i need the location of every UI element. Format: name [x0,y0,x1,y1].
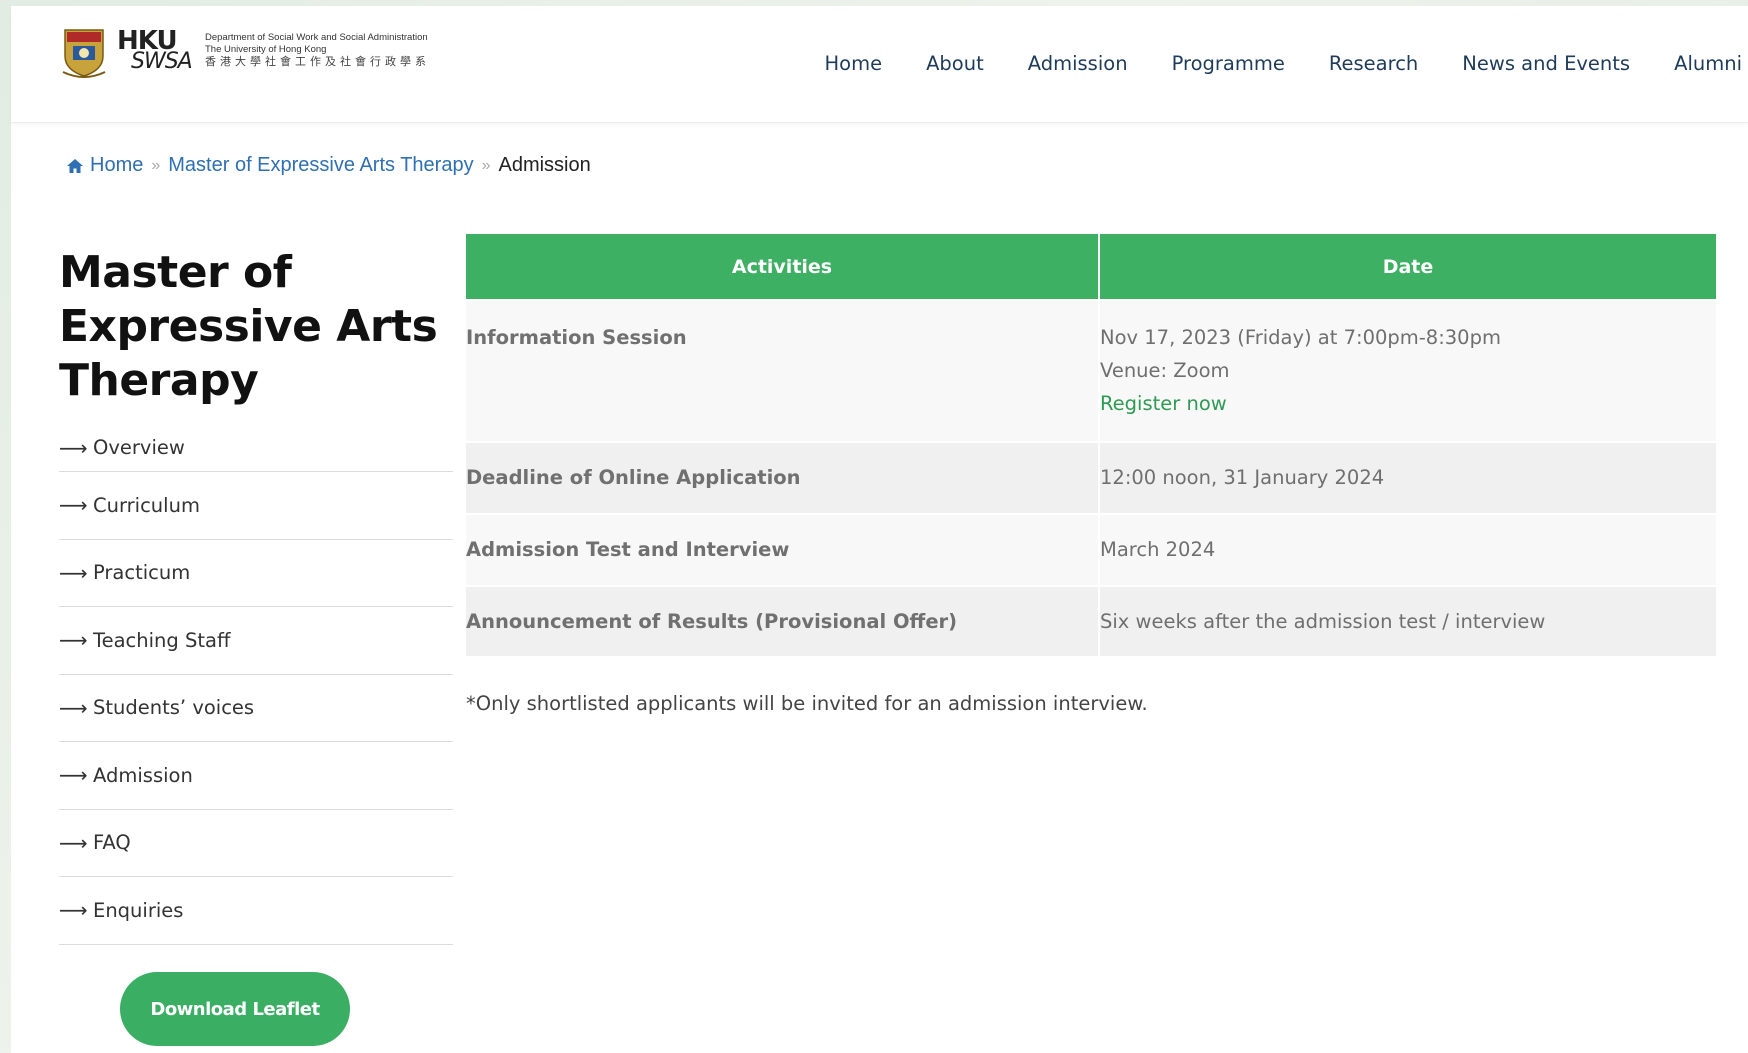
breadcrumb-home[interactable]: Home [90,154,143,177]
date-cell: March 2024 [1099,513,1716,586]
sidebar-item-teaching-staff[interactable]: ⟶ Teaching Staff [59,607,453,675]
breadcrumb-separator: » [151,156,161,174]
breadcrumb-programme[interactable]: Master of Expressive Arts Therapy [168,154,473,177]
interview-footnote: *Only shortlisted applicants will be inv… [466,692,1148,715]
breadcrumb-current: Admission [498,154,591,176]
nav-about[interactable]: About [926,52,984,75]
breadcrumb: Home » Master of Expressive Arts Therapy… [66,154,591,177]
table-header-row: Activities Date [466,234,1716,300]
arrow-right-icon: ⟶ [59,830,88,855]
sidebar-item-admission[interactable]: ⟶ Admission [59,742,453,810]
table-row: Announcement of Results (Provisional Off… [466,585,1716,656]
activity-cell: Admission Test and Interview [466,513,1100,586]
site-logo[interactable]: HKU SWSA Department of Social Work and S… [61,24,471,84]
nav-home[interactable]: Home [824,52,882,75]
sidebar-item-label: Practicum [93,561,191,585]
sidebar-item-curriculum[interactable]: ⟶ Curriculum [59,472,453,540]
sidebar-item-overview[interactable]: ⟶ Overview [59,416,453,472]
arrow-right-icon: ⟶ [59,898,88,923]
sidebar-item-practicum[interactable]: ⟶ Practicum [59,540,453,607]
arrow-right-icon: ⟶ [59,628,88,653]
column-header-activities: Activities [466,234,1100,300]
column-header-date: Date [1099,234,1716,300]
university-crest-icon [62,29,106,78]
download-leaflet-button[interactable]: Download Leaflet [120,972,350,1046]
sidebar-item-label: Curriculum [93,493,200,517]
sidebar-item-label: Enquiries [93,898,184,922]
nav-research[interactable]: Research [1329,52,1418,75]
arrow-right-icon: ⟶ [59,493,88,518]
date-cell: Nov 17, 2023 (Friday) at 7:00pm-8:30pm V… [1099,299,1716,442]
sidebar-item-label: FAQ [93,831,131,855]
sidebar-item-students-voices[interactable]: ⟶ Students’ voices [59,675,453,742]
activity-cell: Information Session [466,299,1100,442]
nav-alumni[interactable]: Alumni [1674,52,1742,75]
sidebar-item-enquiries[interactable]: ⟶ Enquiries [59,877,453,945]
sidebar-item-faq[interactable]: ⟶ FAQ [59,810,453,877]
university-line: The University of Hong Kong [205,44,327,55]
register-now-link[interactable]: Register now [1100,392,1227,415]
arrow-right-icon: ⟶ [59,436,88,460]
arrow-right-icon: ⟶ [59,763,88,788]
table-row: Information Session Nov 17, 2023 (Friday… [466,299,1716,442]
date-cell: Six weeks after the admission test / int… [1099,585,1716,656]
sidebar-item-label: Overview [93,436,185,459]
nav-news-and-events[interactable]: News and Events [1462,52,1630,75]
department-name: Department of Social Work and Social Adm… [205,32,475,68]
sidebar-item-label: Teaching Staff [93,628,231,652]
department-line-english: Department of Social Work and Social Adm… [205,32,428,43]
home-icon [67,158,83,173]
table-row: Admission Test and Interview March 2024 [466,513,1716,586]
table-row: Deadline of Online Application 12:00 noo… [466,441,1716,514]
arrow-right-icon: ⟶ [59,695,88,720]
activity-cell: Deadline of Online Application [466,441,1100,514]
sidebar-menu: ⟶ Overview ⟶ Curriculum ⟶ Practicum ⟶ Te… [59,416,453,945]
department-line-chinese: 香港大學社會工作及社會行政學系 [205,56,430,68]
sidebar-item-label: Admission [93,763,193,787]
date-text: Nov 17, 2023 (Friday) at 7:00pm-8:30pm [1100,326,1501,349]
admission-schedule-table: Activities Date Information Session Nov … [466,234,1716,656]
breadcrumb-separator: » [481,156,491,174]
arrow-right-icon: ⟶ [59,560,88,585]
page-frame: HKU SWSA Department of Social Work and S… [11,6,1748,1053]
date-cell: 12:00 noon, 31 January 2024 [1099,441,1716,514]
site-header: HKU SWSA Department of Social Work and S… [11,6,1748,123]
nav-programme[interactable]: Programme [1172,52,1285,75]
activity-cell: Announcement of Results (Provisional Off… [466,585,1100,656]
programme-title: Master of Expressive Arts Therapy [59,247,438,406]
venue-text: Venue: Zoom [1100,359,1230,382]
main-nav: Home About Admission Programme Research … [780,52,1748,75]
sidebar-item-label: Students’ voices [93,696,255,720]
swsa-wordmark: SWSA [131,49,193,74]
nav-admission[interactable]: Admission [1028,52,1128,75]
